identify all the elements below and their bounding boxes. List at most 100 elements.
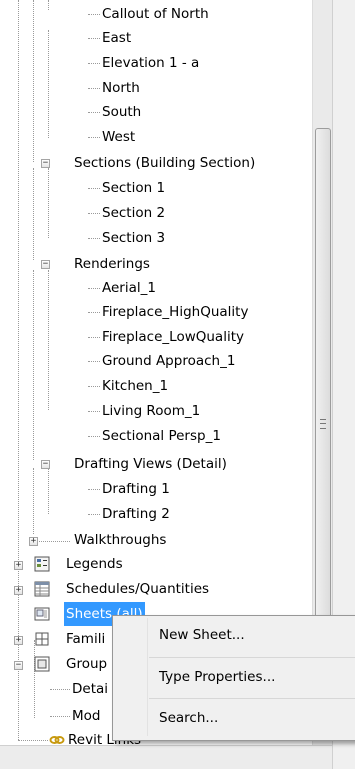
- tree-item-label: Ground Approach_1: [102, 353, 236, 369]
- list-item[interactable]: South: [100, 100, 143, 124]
- tree-item-label: Callout of North: [102, 6, 209, 22]
- list-item[interactable]: Detai: [70, 677, 110, 701]
- tree-item-label: North: [102, 80, 140, 96]
- list-item[interactable]: Elevation 1 - a: [100, 51, 201, 75]
- list-item[interactable]: Aerial_1: [100, 276, 158, 300]
- menu-separator: [149, 657, 355, 658]
- tree-guide: [33, 168, 34, 260]
- list-item[interactable]: Drafting 2: [100, 502, 172, 526]
- tree-guide: [50, 716, 70, 717]
- tree-root-schedules[interactable]: Schedules/Quantities: [64, 577, 211, 601]
- family-icon: [35, 632, 49, 646]
- expand-toggle[interactable]: +: [14, 561, 23, 570]
- tree-item-label: South: [102, 104, 142, 120]
- tree-group-sections[interactable]: Sections (Building Section): [72, 151, 257, 175]
- tree-item-label: Walkthroughs: [74, 532, 167, 548]
- menu-separator: [149, 698, 355, 699]
- tree-guide: [88, 288, 100, 289]
- collapse-toggle[interactable]: −: [14, 661, 23, 670]
- tree-guide: [88, 238, 100, 239]
- tree-guide: [33, 468, 34, 534]
- tree-guide: [88, 411, 100, 412]
- list-item[interactable]: Living Room_1: [100, 399, 202, 423]
- tree-group-walkthroughs[interactable]: Walkthroughs: [72, 528, 168, 552]
- tree-guide: [88, 63, 100, 64]
- tree-guide: [48, 270, 49, 410]
- sheet-icon: [34, 607, 50, 621]
- tree-item-label: Section 2: [102, 205, 166, 221]
- list-item[interactable]: Callout of North: [100, 2, 211, 26]
- list-item[interactable]: Drafting 1: [100, 477, 172, 501]
- menu-item-type-properties[interactable]: Type Properties...: [113, 662, 355, 692]
- legends-icon: [34, 556, 50, 572]
- list-item[interactable]: Fireplace_HighQuality: [100, 300, 250, 324]
- tree-guide: [48, 468, 49, 514]
- context-menu: New Sheet... Type Properties... Search..…: [112, 615, 355, 741]
- tree-guide: [88, 88, 100, 89]
- tree-group-renderings[interactable]: Renderings: [72, 252, 152, 276]
- list-item[interactable]: Section 2: [100, 201, 167, 225]
- tree-item-label: Section 1: [102, 180, 166, 196]
- tree-item-label: Group: [66, 656, 108, 672]
- tree-item-label: Legends: [66, 556, 123, 572]
- expand-toggle[interactable]: +: [29, 537, 38, 546]
- project-browser: Callout of North East Elevation 1 - a No…: [0, 0, 355, 769]
- tree-guide: [88, 386, 100, 387]
- list-item[interactable]: Fireplace_LowQuality: [100, 325, 246, 349]
- tree-item-label: Elevation 1 - a: [102, 55, 200, 71]
- tree-item-label: Renderings: [74, 256, 150, 272]
- expand-toggle[interactable]: +: [14, 586, 23, 595]
- tree-guide: [88, 436, 100, 437]
- grip-icon: [320, 419, 326, 429]
- tree-guide: [33, 270, 34, 460]
- tree-item-label: West: [102, 129, 136, 145]
- tree-item-label: Kitchen_1: [102, 378, 169, 394]
- tree-guide: [48, 0, 49, 10]
- tree-guide: [88, 514, 100, 515]
- menu-item-new-sheet[interactable]: New Sheet...: [113, 620, 355, 650]
- list-item[interactable]: Section 3: [100, 226, 167, 250]
- tree-guide: [88, 337, 100, 338]
- collapse-toggle[interactable]: −: [41, 159, 50, 168]
- tree-item-label: Drafting Views (Detail): [74, 456, 227, 472]
- schedule-icon: [34, 581, 50, 597]
- list-item[interactable]: Ground Approach_1: [100, 349, 237, 373]
- tree-root-groups[interactable]: Group: [64, 652, 109, 676]
- tree-guide: [18, 740, 48, 741]
- tree-guide: [88, 361, 100, 362]
- tree-guide: [48, 168, 49, 238]
- tree-guide: [34, 640, 35, 718]
- tree-item-label: Sections (Building Section): [74, 155, 256, 171]
- tree-group-drafting-views[interactable]: Drafting Views (Detail): [72, 452, 229, 476]
- menu-item-label: Search...: [159, 710, 219, 726]
- tree-item-label: Mod: [72, 708, 101, 724]
- collapse-toggle[interactable]: −: [41, 260, 50, 269]
- tree-root-legends[interactable]: Legends: [64, 552, 125, 576]
- tree-guide: [88, 38, 100, 39]
- tree-guide: [34, 541, 70, 542]
- list-item[interactable]: Mod: [70, 704, 102, 728]
- tree-guide: [33, 0, 34, 162]
- tree-guide: [88, 188, 100, 189]
- tree-guide: [88, 112, 100, 113]
- list-item[interactable]: Kitchen_1: [100, 374, 170, 398]
- list-item[interactable]: East: [100, 26, 133, 50]
- tree-guide: [50, 689, 70, 690]
- list-item[interactable]: Section 1: [100, 176, 167, 200]
- expand-toggle[interactable]: +: [14, 636, 23, 645]
- tree-item-label: Detai: [72, 681, 109, 697]
- panel-bottom-edge: [0, 745, 332, 769]
- collapse-toggle[interactable]: −: [41, 460, 50, 469]
- menu-item-label: Type Properties...: [159, 669, 276, 685]
- tree-item-label: Fireplace_HighQuality: [102, 304, 249, 320]
- list-item[interactable]: North: [100, 76, 142, 100]
- tree-guide: [88, 213, 100, 214]
- tree-guide: [18, 0, 19, 740]
- menu-item-search[interactable]: Search...: [113, 703, 355, 733]
- tree-item-label: Schedules/Quantities: [66, 581, 210, 597]
- tree-root-families[interactable]: Famili: [64, 627, 107, 651]
- list-item[interactable]: West: [100, 125, 137, 149]
- tree-item-label: Sectional Persp_1: [102, 428, 221, 444]
- list-item[interactable]: Sectional Persp_1: [100, 424, 223, 448]
- menu-item-label: New Sheet...: [159, 627, 245, 643]
